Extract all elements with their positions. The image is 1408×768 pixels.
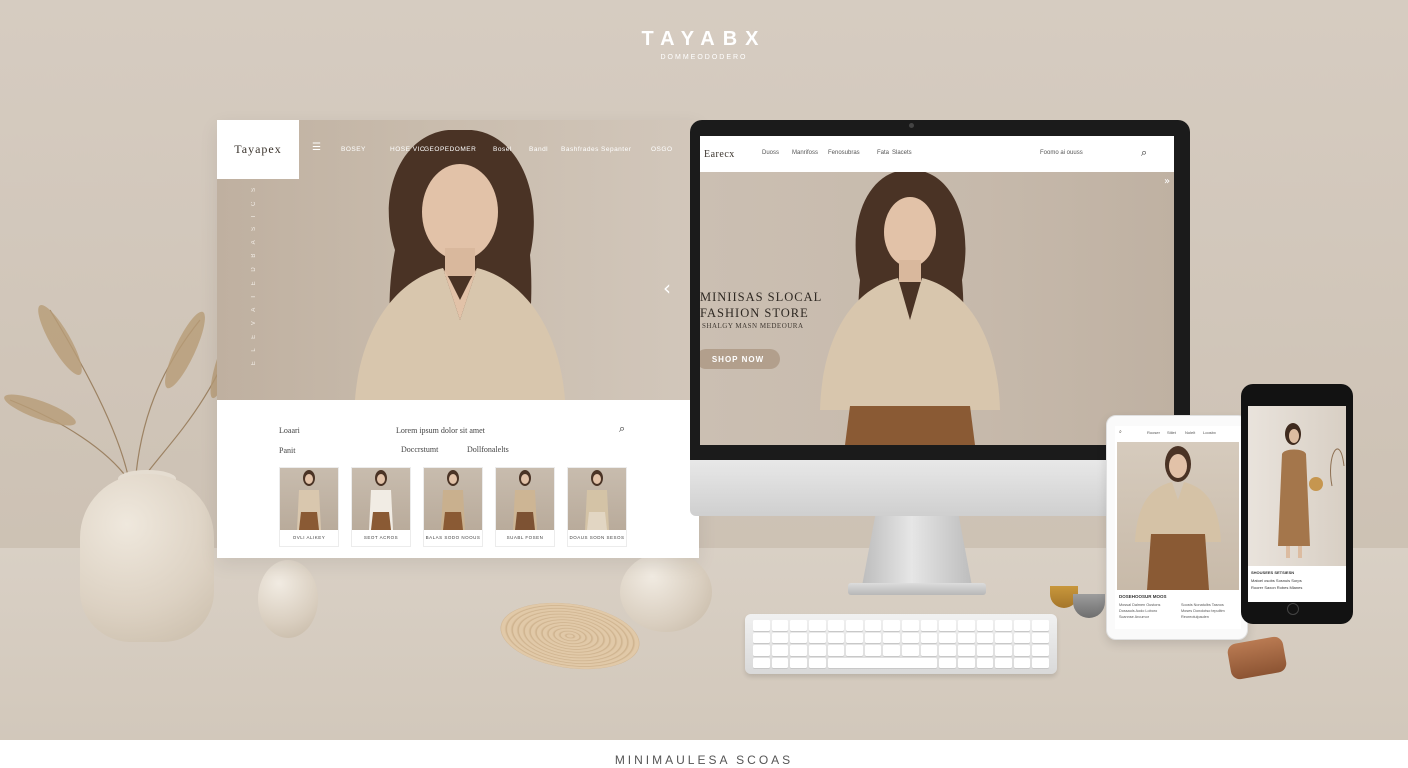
tablet-text-col-1: Mossal Dalmen Oustons Dossauls Aodo Lobo… [1119,602,1160,620]
left-website-mockup: Tayapex ☰ BOSEY HOSE VIC GEOPEDOMER Bose… [217,120,699,558]
tablet-nav-2[interactable]: Stilet [1167,430,1176,435]
site-logo[interactable]: Earecx [704,149,735,160]
tablet-text-line: Scannse Arcumor [1119,615,1149,619]
phone-text-line: Matoel osobs Sosnuis Sorps [1251,578,1302,583]
product-card[interactable]: OVLI ALIKEY [279,467,339,547]
tablet-device: ⌕ Rooser Stilet Nolelt Loosbx DOSEHOOSUR… [1106,415,1248,640]
model-figure [1135,446,1221,590]
category-link-2[interactable]: Dollfonalelts [467,445,509,454]
filter-label-2[interactable]: Panit [279,446,295,455]
footer-title: MINIMAULESA SCOAS [614,753,794,767]
nav-item-4[interactable]: Bosel [493,146,512,153]
phone-home-button[interactable] [1287,603,1299,615]
desktop-screen: Earecx Duoss Manrifoss Fenosubras Fata S… [700,136,1174,445]
nav-item-5[interactable]: Bandl [529,146,548,153]
nav-item-2[interactable]: Manrifoss [792,150,818,156]
product-grid: OVLI ALIKEY SEOT ACROS BALAS SODO NOOUS … [279,467,627,547]
phone-screen: SHOUSEES SETSIESN Matoel osobs Sosnuis S… [1248,406,1346,602]
model-figure [1278,423,1345,558]
search-field[interactable]: Foomo ai ouuss [1040,150,1083,156]
nav-item-1[interactable]: Duoss [762,150,779,156]
nav-item-1[interactable]: BOSEY [341,146,366,153]
product-card[interactable]: DOAUS SODN SESOS [567,467,627,547]
brand-tagline: DOMMEODODERO [660,54,748,61]
phone-text-line: Roorer Saxon Robes Mlanes [1251,585,1303,590]
tablet-section-title: DOSEHOOSUR MOOS [1119,594,1167,599]
footer-bar: MINIMAULESA SCOAS [0,740,1408,768]
tablet-hero-image [1117,442,1239,590]
next-slide-icon[interactable]: » [1164,176,1170,187]
nav-item-4[interactable]: Fata [877,150,889,156]
section-title: Lorem ipsum dolor sit amet [396,426,485,435]
tablet-text-line: Reoreotulpaulen [1181,615,1209,619]
monitor-base [848,583,986,595]
tablet-nav-4[interactable]: Loosbx [1203,430,1216,435]
tablet-text-col-2: Soosts Nonatulbs Tasnos Moses Donolotso … [1181,602,1225,620]
tablet-menu-icon[interactable]: ⌕ [1119,429,1122,435]
nav-item-7[interactable]: Sepanter [601,146,631,153]
brand-name: TAYABX [641,28,767,50]
ceramic-vase [80,474,214,642]
vertical-tagline: E L E V A T E D B A S I C S [251,184,257,366]
search-icon[interactable]: ⌕ [1141,146,1147,160]
hero-subline: SHALGY MASN MEDEOURA [702,322,804,330]
nav-item-5[interactable]: Slacets [892,150,912,156]
menu-icon[interactable]: ☰ [312,142,321,153]
site-logo[interactable]: Tayapex [217,120,299,179]
phone-hero-image [1248,406,1346,566]
search-icon[interactable]: ⌕ [619,422,625,436]
keyboard [745,614,1057,674]
hero-headline-line-1: MINIISAS SLOCAL [700,290,823,304]
nav-item-6[interactable]: Bashfrades [561,146,599,153]
shop-now-button[interactable]: SHOP NOW [700,349,780,369]
product-caption: DOAUS SODN SESOS [569,535,625,540]
tablet-nav-1[interactable]: Rooser [1147,430,1160,435]
product-card[interactable]: BALAS SODO NOOUS [423,467,483,547]
carousel-prev-icon[interactable]: ‹ [663,276,671,300]
nav-item-2[interactable]: HOSE VIC [390,146,425,153]
nav-item-8[interactable]: OSGO [651,146,673,153]
tablet-nav-3[interactable]: Nolelt [1185,430,1195,435]
product-card[interactable]: SEOT ACROS [351,467,411,547]
hero-headline: MINIISAS SLOCAL FASHION STORE [700,289,822,321]
ceramic-sphere-left [258,560,318,638]
tablet-screen: ⌕ Rooser Stilet Nolelt Loosbx DOSEHOOSUR… [1115,426,1241,629]
phone-section-title: SHOUSEES SETSIESN [1251,570,1295,575]
monitor-stand [862,516,972,586]
product-caption: SUABL FOSEN [506,535,544,540]
pampas-grass-decor [4,304,246,486]
product-caption: BALAS SODO NOOUS [425,535,481,540]
nav-item-3[interactable]: GEOPEDOMER [424,146,476,153]
product-card[interactable]: SUABL FOSEN [495,467,555,547]
filter-label-1[interactable]: Loaari [279,426,300,435]
ceramic-sphere-right [620,552,712,632]
product-caption: SEOT ACROS [363,535,399,540]
nav-item-3[interactable]: Fenosubras [828,150,860,156]
hero-headline-line-2: FASHION STORE [700,306,809,320]
category-link-1[interactable]: Doccrstumt [401,445,438,454]
model-figure [820,170,1000,445]
product-caption: OVLI ALIKEY [292,535,326,540]
model-figure [355,130,565,400]
webcam-dot [909,123,914,128]
